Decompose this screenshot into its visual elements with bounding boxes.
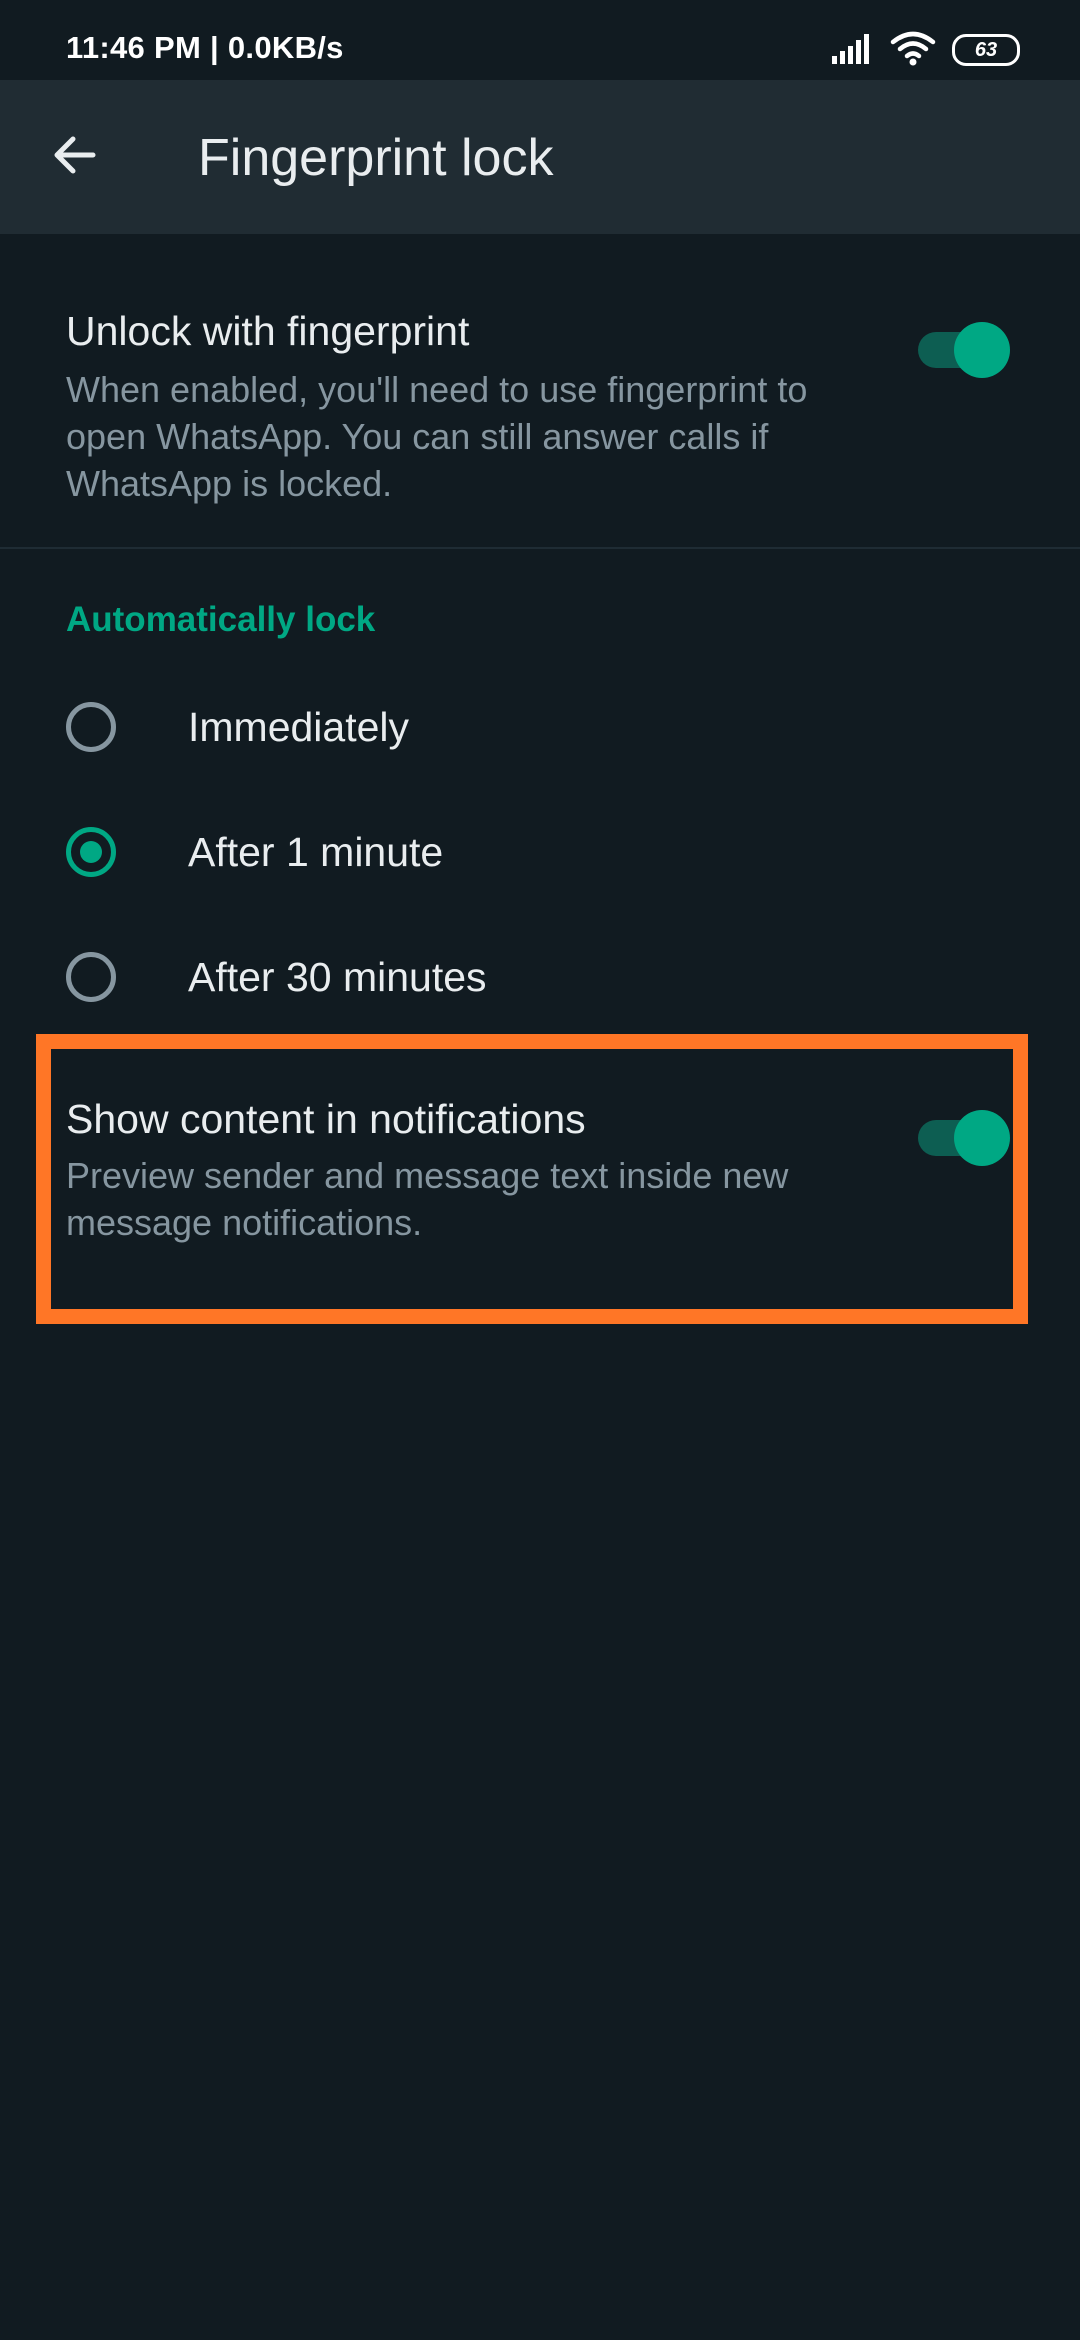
radio-button-selected[interactable]	[66, 827, 116, 877]
unlock-fingerprint-title: Unlock with fingerprint	[66, 308, 470, 354]
radio-label: After 1 minute	[188, 829, 444, 875]
app-bar: Fingerprint lock	[0, 80, 1080, 234]
radio-option-immediately[interactable]: Immediately	[0, 672, 1080, 792]
battery-level: 63	[974, 38, 998, 61]
status-time-speed: 11:46 PM | 0.0KB/s	[66, 30, 344, 65]
unlock-fingerprint-setting[interactable]: Unlock with fingerprint When enabled, yo…	[0, 234, 1080, 547]
arrow-left-icon	[49, 129, 101, 186]
radio-button[interactable]	[66, 952, 116, 1002]
wifi-icon	[890, 30, 936, 71]
show-content-notifications-toggle[interactable]	[918, 1104, 1010, 1166]
radio-label: Immediately	[188, 704, 410, 750]
show-content-notifications-description: Preview sender and message text inside n…	[66, 1155, 789, 1243]
unlock-fingerprint-description: When enabled, you'll need to use fingerp…	[66, 369, 808, 504]
back-button[interactable]	[40, 122, 110, 192]
signal-icon	[830, 32, 874, 69]
toggle-knob	[954, 322, 1010, 378]
toggle-knob	[954, 1110, 1010, 1166]
radio-dot	[80, 841, 102, 863]
divider	[0, 547, 1080, 549]
radio-button[interactable]	[66, 702, 116, 752]
battery-icon: 63	[952, 34, 1020, 66]
status-icons: 63	[830, 30, 1020, 70]
radio-label: After 30 minutes	[188, 954, 487, 1000]
section-header-auto-lock: Automatically lock	[66, 600, 376, 639]
show-content-notifications-title: Show content in notifications	[66, 1096, 586, 1142]
show-content-notifications-setting[interactable]: Show content in notifications Preview se…	[0, 1034, 1080, 1324]
page-title: Fingerprint lock	[198, 129, 554, 187]
radio-option-after-1-minute[interactable]: After 1 minute	[0, 797, 1080, 917]
unlock-fingerprint-toggle[interactable]	[918, 316, 1010, 378]
radio-option-after-30-minutes[interactable]: After 30 minutes	[0, 922, 1080, 1042]
status-bar: 11:46 PM | 0.0KB/s 63	[0, 0, 1080, 80]
